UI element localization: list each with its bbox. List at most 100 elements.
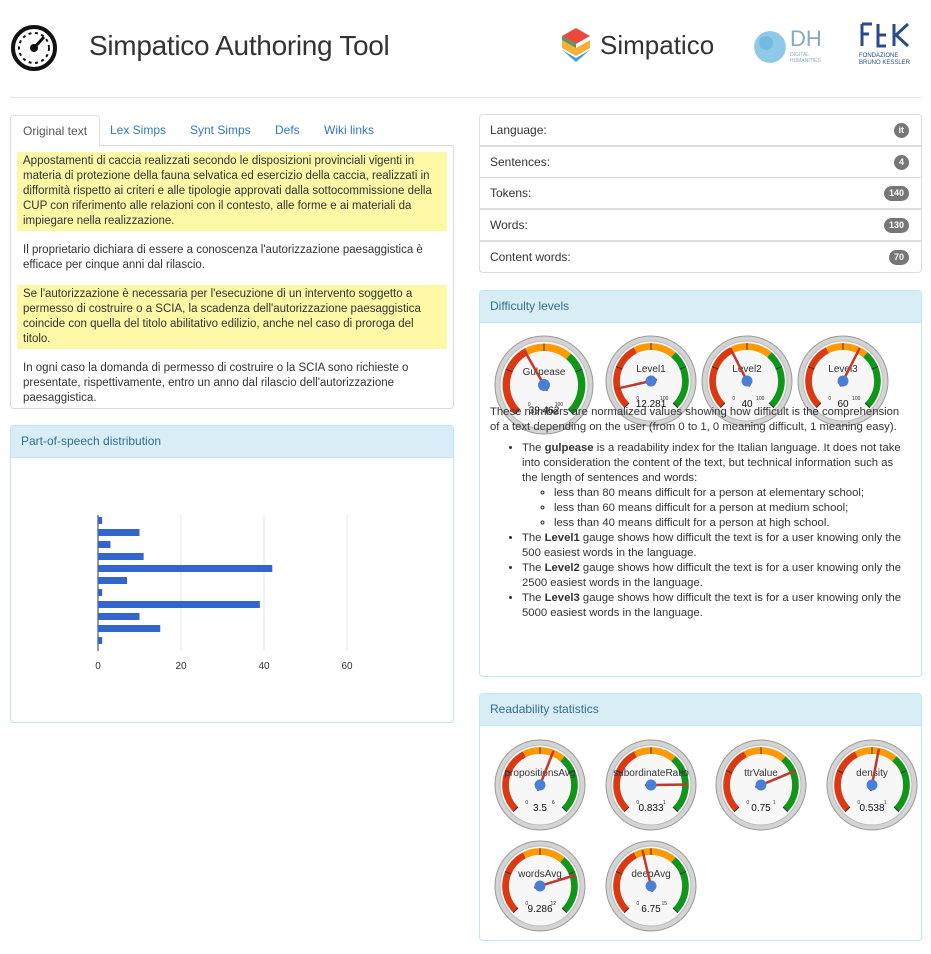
gauge-hub xyxy=(534,880,546,892)
gauge-label: Gulpease xyxy=(523,367,566,378)
gauge-hub xyxy=(645,880,657,892)
gauge-value: 3.5 xyxy=(533,803,547,814)
bullet-text: gauge shows how difficult the text is fo… xyxy=(522,592,902,619)
gauge-hub xyxy=(741,375,753,387)
digital-humanities-logo: DH DIGITAL HUMANITIES xyxy=(752,26,832,70)
x-tick-label: 0 xyxy=(95,661,101,672)
stat-language: Language: it xyxy=(479,114,922,146)
gauge-density: 0 1 density 0.538 xyxy=(826,739,918,831)
gauge-hub xyxy=(538,379,550,391)
gauge-ttrvalue: 0 1 ttrValue 0.75 xyxy=(715,739,807,831)
gulpease-sub-bullets: less than 80 means difficult for a perso… xyxy=(522,486,910,531)
tab-synt-simps[interactable]: Synt Simps xyxy=(178,115,263,146)
gauge-hub xyxy=(534,779,546,791)
bullet-text: The xyxy=(522,532,545,544)
text-tabs: Original text Lex Simps Synt Simps Defs … xyxy=(10,115,454,147)
gauge-hub xyxy=(866,779,878,791)
page-title: Simpatico Authoring Tool xyxy=(89,30,390,61)
pos-bar xyxy=(98,565,273,572)
stat-badge: it xyxy=(893,123,909,138)
pos-bar xyxy=(98,613,140,620)
pos-bar xyxy=(98,589,103,596)
tab-wiki-links[interactable]: Wiki links xyxy=(312,115,386,146)
gauge-label: density xyxy=(856,768,888,779)
bullet-text: The xyxy=(522,562,545,574)
sentence-paragraph[interactable]: In ogni caso la domanda di permesso di c… xyxy=(17,359,447,408)
stat-label: Sentences: xyxy=(490,155,551,169)
gauge-label: Level2 xyxy=(732,364,762,375)
bullet-text: gauge shows how difficult the text is fo… xyxy=(522,562,902,589)
sentence-paragraph[interactable]: Se l'autorizzazione è necessaria per l'e… xyxy=(17,285,447,349)
panel-title: Readability statistics xyxy=(480,694,921,726)
gauge-label: Level3 xyxy=(828,364,858,375)
stat-badge: 70 xyxy=(888,250,909,265)
difficulty-intro: These numbers are normalized values show… xyxy=(490,406,900,433)
sub-bullet: less than 40 means difficult for a perso… xyxy=(554,516,910,531)
bullet-gulpease: The gulpease is a readability index for … xyxy=(522,441,910,531)
fbk-sub1: FONDAZIONE xyxy=(859,53,899,59)
sentence-paragraph[interactable]: Appostamenti di caccia realizzati second… xyxy=(17,152,447,231)
bullet-text: The xyxy=(522,592,545,604)
pos-bar-chart: 0 20 40 60 xyxy=(95,515,353,672)
fbk-mark-icon xyxy=(860,22,910,48)
readability-statistics-panel: Readability statistics 0 6 propositionsAvg… xyxy=(479,693,922,941)
pos-bar xyxy=(98,529,140,536)
tab-defs[interactable]: Defs xyxy=(263,115,312,146)
sentence-paragraph[interactable]: Il proprietario dichiara di essere a con… xyxy=(17,241,447,275)
gauge-value: 0.538 xyxy=(859,803,884,814)
difficulty-explanation: These numbers are normalized values show… xyxy=(490,405,910,621)
stat-label: Tokens: xyxy=(490,186,532,200)
stat-sentences: Sentences: 4 xyxy=(479,146,922,178)
tab-lex-simps[interactable]: Lex Simps xyxy=(98,115,178,146)
bullet-text: gauge shows how difficult the text is fo… xyxy=(522,532,902,559)
gauge-label: subordinateRatio xyxy=(613,768,689,779)
simpatico-s-icon xyxy=(562,28,590,62)
gauge-min-label: 0 xyxy=(746,800,749,806)
gauge-max-label: 100 xyxy=(852,396,861,402)
gauge-max-label: 6 xyxy=(552,800,555,806)
gauge-deepavg: 0 15 deepAvg 6.75 xyxy=(605,840,697,932)
gauge-max-label: 100 xyxy=(756,396,765,402)
dh-sub2: HUMANITIES xyxy=(790,58,821,64)
bullet-bold: gulpease xyxy=(544,442,594,454)
x-tick-label: 20 xyxy=(175,661,187,672)
gauge-hub xyxy=(645,779,657,791)
stat-badge: 140 xyxy=(883,186,909,201)
panel-title: Part-of-speech distribution xyxy=(11,426,453,458)
stat-badge: 130 xyxy=(883,218,909,233)
stat-badge: 4 xyxy=(893,155,909,170)
gauge-propositionsavg: 0 6 propositionsAvg 3.5 xyxy=(494,739,586,831)
tab-original-text[interactable]: Original text xyxy=(10,115,101,147)
brand-name: Simpatico xyxy=(600,30,715,60)
gauge-label: deepAvg xyxy=(631,869,670,880)
gauge-max-label: 1 xyxy=(773,800,776,806)
pos-bar xyxy=(98,577,128,584)
gauge-min-label: 0 xyxy=(732,396,735,402)
sub-bullet: less than 80 means difficult for a perso… xyxy=(554,486,910,501)
stat-label: Words: xyxy=(490,218,528,232)
gauge-value: 0.833 xyxy=(638,803,663,814)
bullet-bold: Level1 xyxy=(544,532,580,544)
x-tick-label: 40 xyxy=(258,661,270,672)
speedometer-logo-icon xyxy=(10,24,58,72)
difficulty-bullets: The gulpease is a readability index for … xyxy=(490,441,910,621)
pos-bar xyxy=(98,637,103,644)
sub-bullet: less than 60 means difficult for a perso… xyxy=(554,501,910,516)
gauge-label: wordsAvg xyxy=(517,869,562,880)
gauge-value: 9.286 xyxy=(527,904,552,915)
fbk-logo: FONDAZIONE BRUNO KESSLER xyxy=(856,22,916,70)
gauge-min-label: 0 xyxy=(636,901,639,907)
gauge-subordinateratio: 0 1 subordinateRatio 0.833 xyxy=(605,739,697,831)
bullet-bold: Level2 xyxy=(544,562,580,574)
gauge-label: propositionsAvg xyxy=(505,768,576,779)
gauge-min-label: 0 xyxy=(828,396,831,402)
bullet-level3: The Level3 gauge shows how difficult the… xyxy=(522,591,910,621)
stat-label: Content words: xyxy=(490,250,571,264)
pos-bar xyxy=(98,625,161,632)
bullet-level2: The Level2 gauge shows how difficult the… xyxy=(522,561,910,591)
gauge-min-label: 0 xyxy=(525,800,528,806)
stat-label: Language: xyxy=(490,123,547,137)
gauge-value: 0.75 xyxy=(751,803,771,814)
stat-content-words: Content words: 70 xyxy=(479,241,922,273)
panel-title: Difficulty levels xyxy=(480,291,921,323)
